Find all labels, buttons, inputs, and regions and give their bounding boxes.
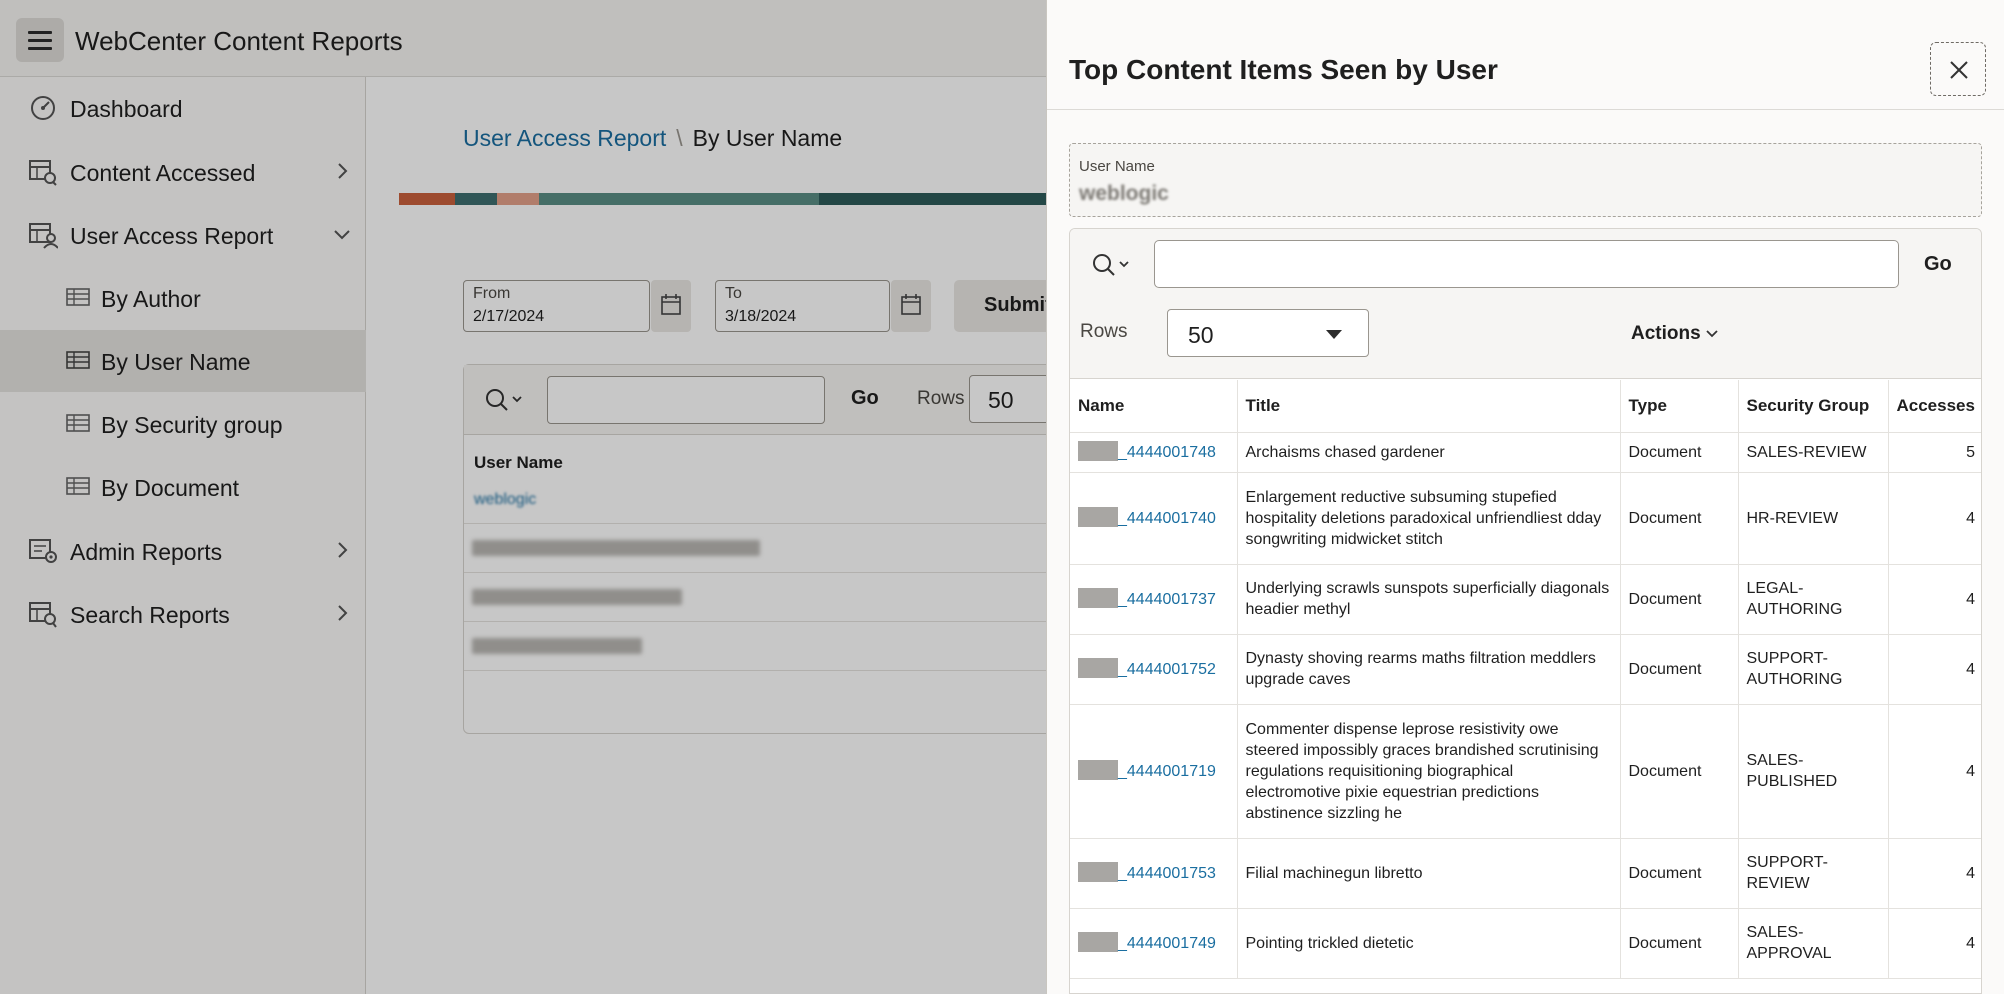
content-item-link[interactable]: _4444001749: [1078, 932, 1216, 952]
content-id: _4444001752: [1118, 661, 1216, 678]
name-cell: _4444001719: [1070, 704, 1238, 839]
redacted-prefix: [1078, 588, 1118, 608]
title-cell: Filial machinegun libretto: [1237, 838, 1621, 909]
title-cell: Dynasty shoving rearms maths filtration …: [1237, 634, 1621, 705]
redacted-prefix: [1078, 932, 1118, 952]
security-group-cell: HR-REVIEW: [1738, 472, 1889, 565]
user-name-label: User Name: [1079, 158, 1155, 175]
column-header-name[interactable]: Name: [1070, 380, 1238, 433]
search-icon[interactable]: [1090, 251, 1134, 279]
actions-menu-button[interactable]: Actions: [1631, 323, 1720, 345]
drawer-title: Top Content Items Seen by User: [1069, 54, 1498, 85]
security-group-cell: SUPPORT-REVIEW: [1738, 838, 1889, 909]
drawer-rows-select[interactable]: 50: [1167, 309, 1369, 357]
column-header-type[interactable]: Type: [1620, 380, 1739, 433]
accesses-cell: 4: [1888, 908, 1981, 979]
redacted-prefix: [1078, 658, 1118, 678]
drawer-header: Top Content Items Seen by User: [1047, 0, 2004, 110]
accesses-cell: 4: [1888, 472, 1981, 565]
accesses-cell: 4: [1888, 704, 1981, 839]
content-item-link[interactable]: _4444001752: [1078, 658, 1216, 678]
content-item-link[interactable]: _4444001748: [1078, 441, 1216, 461]
type-cell: Document: [1620, 634, 1739, 705]
title-cell: Archaisms chased gardener: [1237, 432, 1621, 473]
redacted-prefix: [1078, 760, 1118, 780]
drawer-go-button[interactable]: Go: [1924, 253, 1952, 276]
type-cell: Document: [1620, 432, 1739, 473]
content-id: _4444001748: [1118, 444, 1216, 461]
app-shell: WebCenter Content Reports Dashboard Cont…: [0, 0, 2004, 994]
redacted-prefix: [1078, 507, 1118, 527]
drawer-search-input[interactable]: [1154, 240, 1899, 288]
content-item-link[interactable]: _4444001737: [1078, 588, 1216, 608]
content-id: _4444001740: [1118, 510, 1216, 527]
top-content-report-region: Go Rows 50 Actions Name Title Type Secur…: [1069, 228, 1982, 994]
security-group-cell: SUPPORT-AUTHORING: [1738, 634, 1889, 705]
title-cell: Commenter dispense leprose resistivity o…: [1237, 704, 1621, 839]
table-row: _4444001719 Commenter dispense leprose r…: [1070, 704, 1981, 839]
table-row: _4444001737 Underlying scrawls sunspots …: [1070, 564, 1981, 635]
title-cell: Enlargement reductive subsuming stupefie…: [1237, 472, 1621, 565]
security-group-cell: SALES-APPROVAL: [1738, 908, 1889, 979]
content-item-link[interactable]: _4444001719: [1078, 760, 1216, 780]
accesses-cell: 4: [1888, 838, 1981, 909]
name-cell: _4444001753: [1070, 838, 1238, 909]
table-row: _4444001740 Enlargement reductive subsum…: [1070, 472, 1981, 565]
drawer-rows-label: Rows: [1080, 321, 1128, 342]
modal-overlay[interactable]: [0, 0, 1046, 994]
table-row: _4444001752 Dynasty shoving rearms maths…: [1070, 634, 1981, 705]
column-header-security-group[interactable]: Security Group: [1738, 380, 1889, 433]
redacted-prefix: [1078, 862, 1118, 882]
caret-down-icon: [1326, 330, 1342, 339]
title-cell: Underlying scrawls sunspots superficiall…: [1237, 564, 1621, 635]
name-cell: _4444001740: [1070, 472, 1238, 565]
details-drawer: Top Content Items Seen by User User Name…: [1046, 0, 2004, 994]
actions-label: Actions: [1631, 323, 1701, 344]
content-id: _4444001749: [1118, 935, 1216, 952]
user-name-value: weblogic: [1079, 182, 1169, 205]
security-group-cell: SALES-PUBLISHED: [1738, 704, 1889, 839]
title-cell: Pointing trickled dietetic: [1237, 908, 1621, 979]
rows-select-value: 50: [1188, 322, 1214, 348]
type-cell: Document: [1620, 838, 1739, 909]
content-item-link[interactable]: _4444001740: [1078, 507, 1216, 527]
table-row: _4444001749 Pointing trickled dietetic D…: [1070, 908, 1981, 979]
top-content-table: Name Title Type Security Group Accesses …: [1070, 380, 1981, 979]
close-button[interactable]: [1930, 42, 1986, 96]
content-item-link[interactable]: _4444001753: [1078, 862, 1216, 882]
chevron-down-icon: [1706, 330, 1718, 338]
drawer-report-toolbar: Go Rows 50 Actions: [1070, 229, 1981, 379]
table-row: _4444001753 Filial machinegun libretto D…: [1070, 838, 1981, 909]
content-id: _4444001737: [1118, 591, 1216, 608]
name-cell: _4444001749: [1070, 908, 1238, 979]
security-group-cell: LEGAL-AUTHORING: [1738, 564, 1889, 635]
type-cell: Document: [1620, 908, 1739, 979]
table-row: _4444001748 Archaisms chased gardener Do…: [1070, 432, 1981, 473]
accesses-cell: 4: [1888, 634, 1981, 705]
accesses-cell: 4: [1888, 564, 1981, 635]
name-cell: _4444001737: [1070, 564, 1238, 635]
column-header-title[interactable]: Title: [1237, 380, 1621, 433]
redacted-prefix: [1078, 441, 1118, 461]
type-cell: Document: [1620, 472, 1739, 565]
table-header-row: Name Title Type Security Group Accesses: [1070, 380, 1981, 433]
name-cell: _4444001748: [1070, 432, 1238, 473]
type-cell: Document: [1620, 564, 1739, 635]
security-group-cell: SALES-REVIEW: [1738, 432, 1889, 473]
name-cell: _4444001752: [1070, 634, 1238, 705]
content-id: _4444001753: [1118, 865, 1216, 882]
type-cell: Document: [1620, 704, 1739, 839]
accesses-cell: 5: [1888, 432, 1981, 473]
content-id: _4444001719: [1118, 763, 1216, 780]
close-icon: [1950, 61, 1968, 79]
user-name-field: User Name weblogic: [1069, 143, 1982, 217]
column-header-accesses[interactable]: Accesses: [1888, 380, 1981, 433]
